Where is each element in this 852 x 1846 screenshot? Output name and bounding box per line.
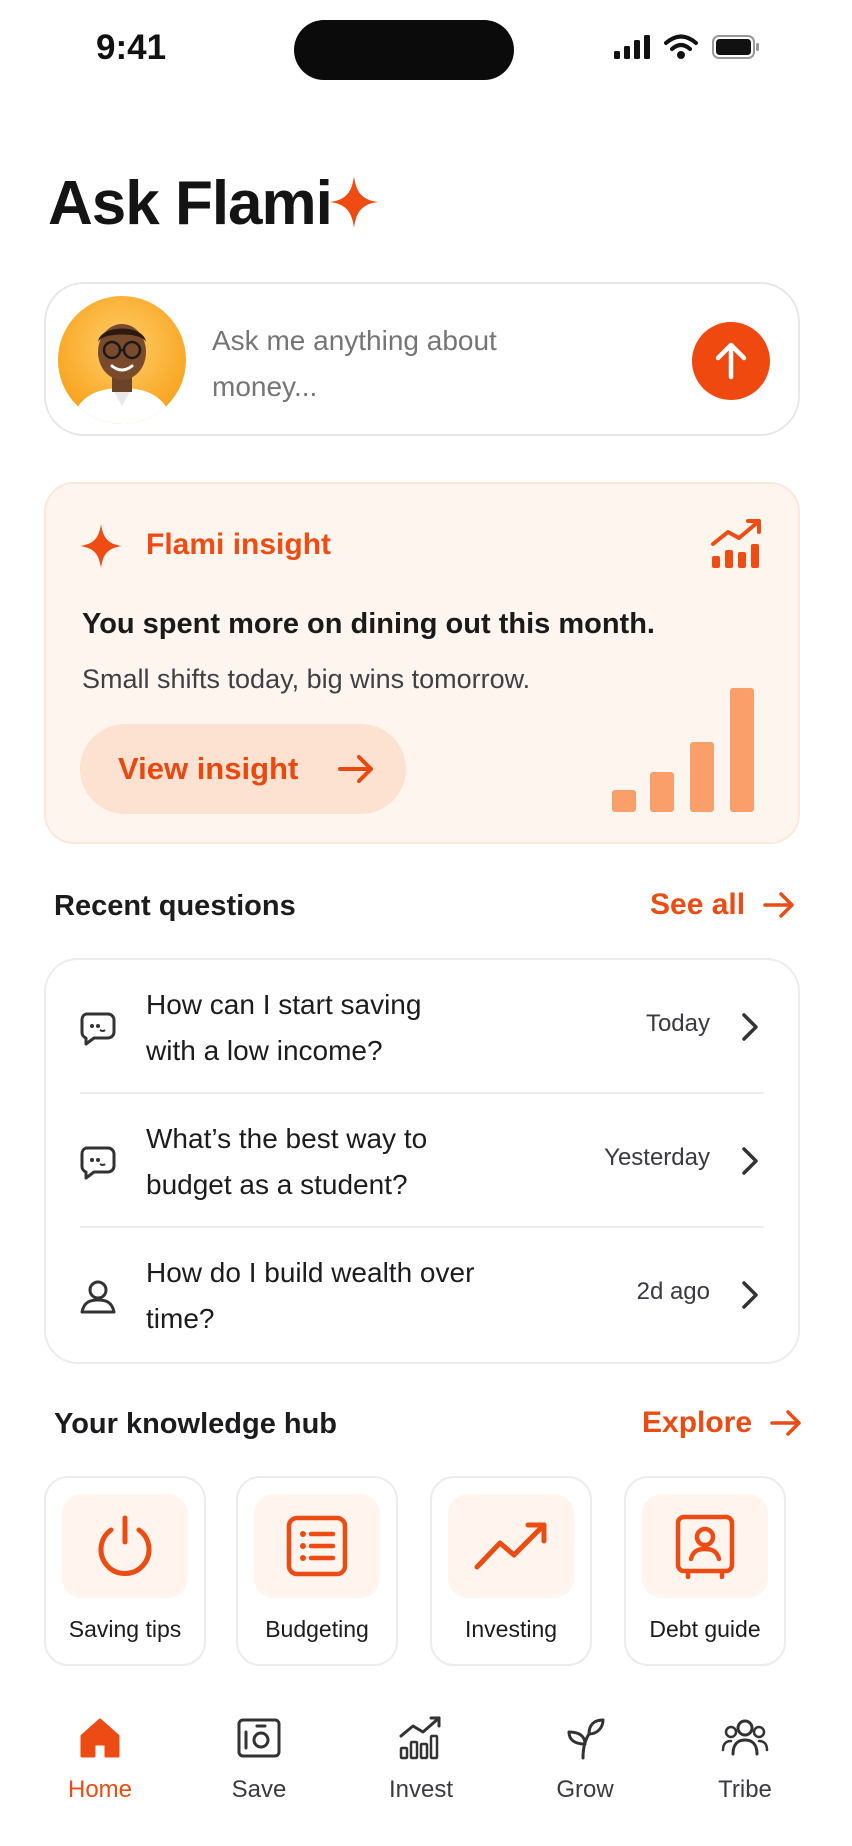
chat-bubble-icon bbox=[80, 1146, 116, 1180]
nav-label: Grow bbox=[556, 1776, 614, 1803]
nav-label: Save bbox=[231, 1776, 287, 1803]
bottom-nav: Home Save Invest Grow Tribe bbox=[0, 1700, 852, 1846]
nav-grow[interactable]: Grow bbox=[525, 1710, 645, 1820]
question-text: What’s the best way to budget as a stude… bbox=[146, 1123, 428, 1200]
question-text: How can I start saving with a low income… bbox=[146, 989, 422, 1066]
hub-tile-budgeting[interactable]: Budgeting bbox=[236, 1476, 398, 1666]
wifi-icon bbox=[664, 34, 698, 59]
arrow-up-icon bbox=[715, 342, 747, 380]
hub-icon-box bbox=[62, 1494, 188, 1598]
chart-icon bbox=[399, 1716, 441, 1760]
explore-link[interactable]: Explore bbox=[642, 1406, 802, 1440]
insight-card: Flami insight You spent more on dining o… bbox=[44, 482, 800, 844]
person-icon bbox=[80, 1280, 116, 1314]
status-time: 9:41 bbox=[96, 28, 167, 67]
insight-label: Flami insight bbox=[146, 528, 332, 561]
signal-icon bbox=[614, 35, 650, 59]
hub-label: Debt guide bbox=[649, 1616, 761, 1642]
ask-input[interactable] bbox=[212, 318, 572, 410]
arrow-right-icon bbox=[770, 1410, 801, 1436]
advisor-portrait-icon bbox=[72, 324, 172, 424]
view-insight-label: View insight bbox=[118, 751, 299, 786]
safe-icon bbox=[237, 1718, 281, 1758]
insight-subtext: Small shifts today, big wins tomorrow. bbox=[82, 664, 531, 694]
insight-bar bbox=[690, 742, 714, 812]
hub-tile-debt-guide[interactable]: Debt guide bbox=[624, 1476, 786, 1666]
sparkle-icon bbox=[330, 176, 378, 228]
nav-save[interactable]: Save bbox=[199, 1710, 319, 1820]
home-icon bbox=[80, 1718, 120, 1758]
contact-book-icon bbox=[675, 1514, 735, 1579]
question-row[interactable]: How can I start saving with a low income… bbox=[46, 960, 798, 1094]
nav-label: Home bbox=[67, 1776, 133, 1803]
see-all-link[interactable]: See all bbox=[650, 888, 795, 922]
send-button[interactable] bbox=[692, 322, 770, 400]
list-icon bbox=[286, 1515, 348, 1577]
nav-home[interactable]: Home bbox=[40, 1710, 160, 1820]
view-insight-button[interactable]: View insight bbox=[80, 724, 406, 814]
trend-up-icon bbox=[474, 1522, 547, 1570]
nav-tribe[interactable]: Tribe bbox=[685, 1710, 805, 1820]
recent-questions-list: How can I start saving with a low income… bbox=[44, 958, 800, 1364]
insight-headline: You spent more on dining out this month. bbox=[82, 608, 655, 640]
see-all-label: See all bbox=[650, 888, 746, 921]
explore-label: Explore bbox=[642, 1406, 753, 1439]
insight-bar bbox=[650, 772, 674, 812]
knowledge-hub-title: Your knowledge hub bbox=[54, 1408, 338, 1440]
arrow-right-icon bbox=[338, 755, 374, 783]
nav-invest[interactable]: Invest bbox=[361, 1710, 481, 1820]
avatar bbox=[58, 296, 186, 424]
hub-label: Budgeting bbox=[265, 1616, 369, 1642]
hub-tile-investing[interactable]: Investing bbox=[430, 1476, 592, 1666]
chevron-right-icon bbox=[742, 1013, 758, 1041]
nav-label: Tribe bbox=[718, 1776, 772, 1803]
hub-tile-saving-tips[interactable]: Saving tips bbox=[44, 1476, 206, 1666]
insight-bar bbox=[612, 790, 636, 812]
question-time: 2d ago bbox=[636, 1278, 710, 1305]
hub-icon-box bbox=[448, 1494, 574, 1598]
trend-chart-icon bbox=[711, 519, 761, 568]
sparkle-icon bbox=[80, 524, 122, 568]
insight-bars-graphic bbox=[612, 688, 754, 812]
chevron-right-icon bbox=[742, 1147, 758, 1175]
people-icon bbox=[721, 1719, 769, 1756]
sprout-icon bbox=[567, 1718, 605, 1760]
dynamic-island bbox=[294, 20, 514, 80]
status-icons bbox=[614, 34, 760, 60]
chevron-right-icon bbox=[742, 1281, 758, 1309]
chat-bubble-icon bbox=[80, 1012, 116, 1046]
nav-label: Invest bbox=[388, 1776, 454, 1803]
arrow-right-icon bbox=[763, 892, 794, 918]
recent-questions-title: Recent questions bbox=[54, 890, 296, 922]
status-bar: 9:41 bbox=[0, 0, 852, 100]
hub-icon-box bbox=[254, 1494, 380, 1598]
page-title: Ask Flami bbox=[48, 169, 333, 238]
hub-icon-box bbox=[642, 1494, 768, 1598]
insight-bar bbox=[730, 688, 754, 812]
battery-icon bbox=[712, 35, 759, 59]
question-row[interactable]: What’s the best way to budget as a stude… bbox=[46, 1094, 798, 1228]
question-text: How do I build wealth over time? bbox=[146, 1257, 475, 1334]
question-time: Today bbox=[645, 1010, 710, 1037]
power-coin-icon bbox=[98, 1515, 152, 1576]
question-row[interactable]: How do I build wealth over time? 2d ago bbox=[46, 1228, 798, 1362]
hub-label: Investing bbox=[464, 1616, 558, 1642]
hub-label: Saving tips bbox=[68, 1616, 182, 1642]
ask-card bbox=[44, 282, 800, 436]
question-time: Yesterday bbox=[604, 1144, 710, 1171]
